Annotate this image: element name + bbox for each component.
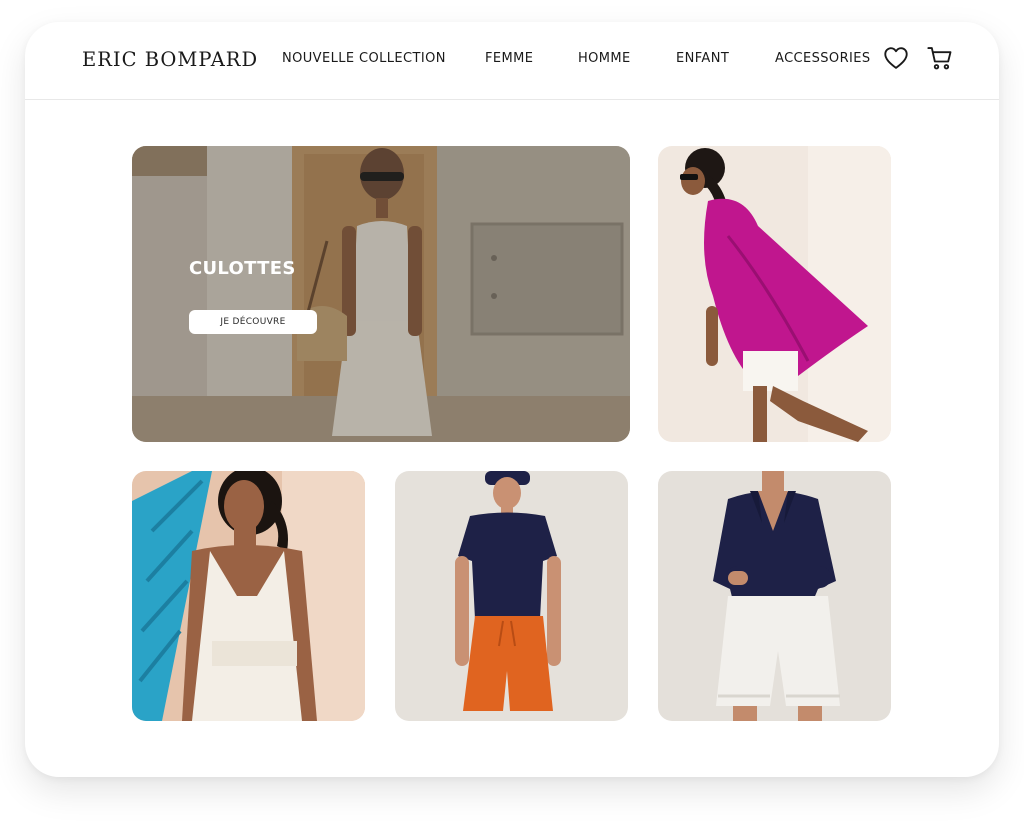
- nav-accessories[interactable]: ACCESSORIES: [775, 51, 871, 66]
- hero-banner[interactable]: CULOTTES JE DÉCOUVRE: [132, 146, 630, 442]
- product-tile-white-dress[interactable]: [132, 471, 365, 721]
- product-tile-navy-tee[interactable]: [395, 471, 628, 721]
- white-dress-photo: [132, 471, 365, 721]
- cart-icon[interactable]: [926, 44, 954, 72]
- navy-tee-photo: [395, 471, 628, 721]
- page-card: ERIC BOMPARD NOUVELLE COLLECTION FEMME H…: [25, 22, 999, 777]
- site-header: ERIC BOMPARD NOUVELLE COLLECTION FEMME H…: [25, 22, 999, 100]
- nav-femme[interactable]: FEMME: [485, 51, 533, 66]
- nav-homme[interactable]: HOMME: [578, 51, 631, 66]
- product-tile-magenta-poncho[interactable]: [658, 146, 891, 442]
- nav-nouvelle-collection[interactable]: NOUVELLE COLLECTION: [282, 51, 446, 66]
- nav-enfant[interactable]: ENFANT: [676, 51, 729, 66]
- navy-polo-photo: [658, 471, 891, 721]
- heart-icon[interactable]: [882, 44, 910, 72]
- hero-overlay: [132, 146, 630, 442]
- hero-title: CULOTTES: [189, 258, 296, 279]
- product-tile-navy-polo[interactable]: [658, 471, 891, 721]
- brand-logo[interactable]: ERIC BOMPARD: [82, 48, 258, 71]
- magenta-poncho-photo: [658, 146, 891, 442]
- discover-button[interactable]: JE DÉCOUVRE: [189, 310, 317, 334]
